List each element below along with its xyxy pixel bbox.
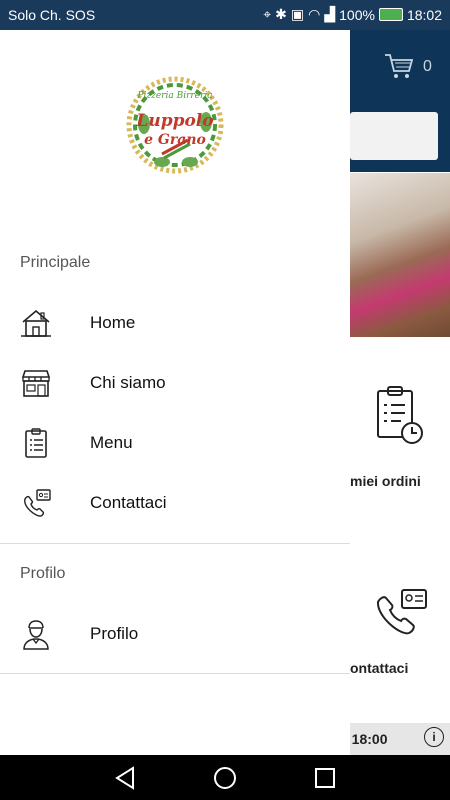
menu-list-icon	[20, 427, 52, 459]
section-title-principale: Principale	[20, 254, 91, 271]
app-header: 0	[350, 30, 450, 172]
orders-icon[interactable]	[350, 385, 450, 458]
status-bar: Solo Ch. SOS ⌖ ✱ ▣ ◠ ▟ 100% 18:02	[0, 0, 450, 30]
drawer-item-menu[interactable]: Menu	[0, 413, 350, 473]
contact-icon[interactable]	[350, 588, 450, 649]
back-button[interactable]	[111, 764, 139, 792]
drawer-item-label: Menu	[90, 433, 133, 452]
battery-percent: 100%	[339, 6, 375, 23]
section-divider	[0, 543, 350, 544]
contact-label[interactable]: ontattaci	[350, 660, 450, 676]
logo-text-sub: e Grano	[144, 132, 206, 148]
drawer-item-label: Chi siamo	[90, 373, 166, 392]
carrier-text: Solo Ch. SOS	[8, 7, 96, 23]
profile-icon	[20, 618, 52, 650]
search-bar[interactable]	[350, 112, 438, 160]
cart-count: 0	[423, 58, 432, 75]
shop-icon	[20, 367, 52, 399]
location-icon: ⌖	[263, 6, 272, 22]
clock: 18:02	[406, 6, 442, 23]
drawer-item-label: Contattaci	[90, 493, 167, 512]
navigation-drawer: Pizzeria Birreria Luppolo e Grano Princi…	[0, 30, 350, 755]
logo-text-top: Pizzeria Birreria	[136, 91, 212, 101]
bluetooth-icon: ✱	[275, 6, 287, 22]
drawer-item-chi-siamo[interactable]: Chi siamo	[0, 353, 350, 413]
drawer-item-home[interactable]: Home	[0, 293, 350, 353]
drawer-item-label: Profilo	[90, 624, 139, 643]
battery-icon	[378, 8, 403, 21]
cart-icon[interactable]	[384, 52, 414, 86]
drawer-item-profilo[interactable]: Profilo	[0, 604, 350, 664]
status-icons: ⌖ ✱ ▣ ◠ ▟ 100% 18:02	[263, 6, 442, 23]
home-button[interactable]	[211, 764, 239, 792]
section-title-profilo: Profilo	[20, 565, 66, 582]
nfc-icon: ▣	[290, 6, 305, 22]
logo-text-main: Luppolo	[135, 111, 213, 131]
recents-button[interactable]	[311, 764, 339, 792]
info-icon[interactable]: i	[424, 727, 444, 747]
home-icon	[20, 307, 52, 339]
section-divider	[0, 673, 350, 674]
signal-icon: ▟	[324, 6, 336, 22]
orders-label[interactable]: miei ordini	[350, 473, 450, 489]
drawer-item-contattaci[interactable]: Contattaci	[0, 473, 350, 533]
opening-hours-bar: e 18:00 i	[350, 723, 450, 755]
brand-logo: Pizzeria Birreria Luppolo e Grano	[124, 74, 226, 176]
opening-hours-text: e 18:00	[350, 731, 388, 747]
hero-image	[350, 173, 450, 337]
contact-phone-icon	[20, 487, 52, 519]
system-nav-bar	[0, 755, 450, 800]
wifi-icon: ◠	[308, 6, 321, 22]
background-app[interactable]: 0 miei ordini ontattaci e 18:00 i	[350, 30, 450, 755]
drawer-item-label: Home	[90, 313, 136, 332]
